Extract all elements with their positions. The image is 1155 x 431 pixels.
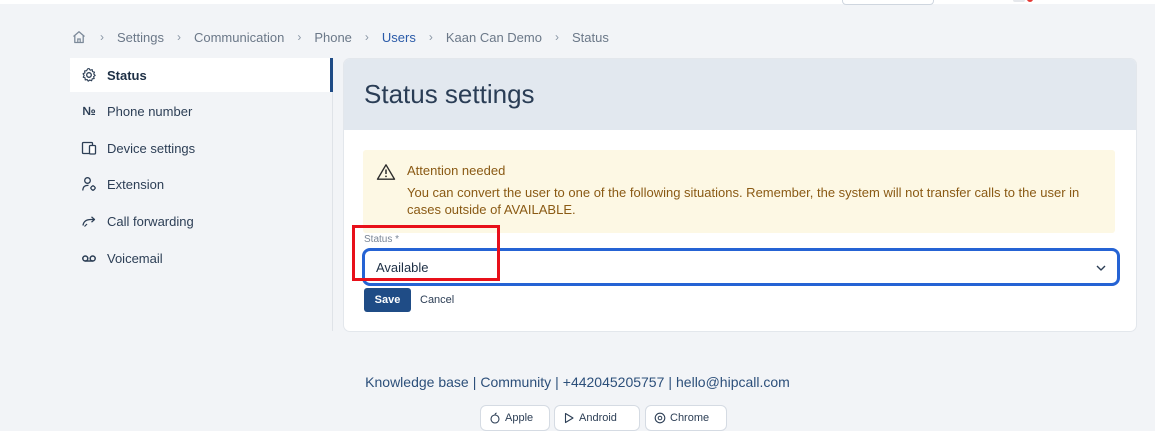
apple-store-button[interactable]: Apple [480, 405, 550, 431]
warning-icon [376, 163, 396, 181]
footer-separator: | [668, 374, 673, 390]
page-title: Status settings [364, 79, 535, 109]
breadcrumb-phone[interactable]: Phone [314, 30, 352, 45]
voicemail-icon [80, 249, 98, 267]
android-store-button[interactable]: Android [554, 405, 640, 431]
chrome-icon [654, 412, 666, 424]
header-control[interactable] [842, 0, 934, 5]
status-settings-card: Status settings Attention needed You can… [344, 59, 1136, 331]
knowledge-base-link[interactable]: Knowledge base [365, 374, 469, 390]
sidebar-item-status[interactable]: Status [70, 58, 333, 92]
sidebar-item-device-settings[interactable]: Device settings [70, 131, 333, 165]
devices-icon [80, 139, 98, 157]
chrome-store-label: Chrome [670, 412, 710, 424]
chrome-store-button[interactable]: Chrome [645, 405, 727, 431]
status-select-value: Available [376, 259, 429, 275]
breadcrumb-communication[interactable]: Communication [194, 30, 284, 45]
card-header: Status settings [344, 59, 1136, 130]
sidebar-item-label: Call forwarding [107, 213, 194, 229]
alert-title: Attention needed [407, 163, 506, 178]
sidebar-item-label: Device settings [107, 140, 196, 156]
breadcrumb-user[interactable]: Kaan Can Demo [446, 30, 542, 45]
sidebar-item-call-forwarding[interactable]: Call forwarding [70, 204, 333, 238]
footer-links: Knowledge base | Community | +442045205757 | h… [0, 374, 1155, 390]
sidebar-item-voicemail[interactable]: Voicemail [70, 241, 333, 275]
breadcrumb-separator: › [364, 30, 369, 44]
attention-alert: Attention needed You can convert the use… [363, 150, 1115, 233]
breadcrumb-separator: › [100, 30, 104, 44]
chevron-down-icon [1095, 261, 1107, 273]
breadcrumb-separator: › [297, 30, 302, 44]
play-icon [563, 412, 575, 424]
sidebar-item-label: Voicemail [107, 250, 163, 266]
user-gear-icon [80, 175, 98, 193]
alert-message: You can convert the user to one of the f… [407, 185, 1080, 217]
email-link[interactable]: hello@hipcall.com [676, 374, 790, 390]
breadcrumb-separator: › [554, 30, 559, 44]
status-field-label: Status * [364, 234, 400, 245]
gear-icon [80, 66, 98, 84]
notification-icon[interactable] [1013, 0, 1025, 2]
sidebar-item-extension[interactable]: Extension [70, 167, 333, 201]
top-header-strip [0, 0, 1155, 4]
forward-arrow-icon [80, 212, 98, 230]
phone-link[interactable]: +442045205757 [563, 374, 665, 390]
breadcrumb-separator: › [428, 30, 433, 44]
save-button[interactable]: Save [364, 288, 411, 312]
android-store-label: Android [579, 412, 617, 424]
breadcrumb-settings[interactable]: Settings [117, 30, 164, 45]
sidebar: Status № Phone number Device settings Ex… [70, 58, 333, 331]
sidebar-item-phone-number[interactable]: № Phone number [70, 94, 333, 128]
apple-icon [489, 412, 501, 424]
breadcrumb-separator: › [176, 30, 181, 44]
app-store-buttons: Apple Android Chrome [0, 405, 1155, 431]
breadcrumb: › Settings › Communication › Phone › Use… [71, 28, 609, 46]
community-link[interactable]: Community [480, 374, 551, 390]
sidebar-item-label: Status [107, 67, 147, 83]
sidebar-item-label: Phone number [107, 103, 193, 119]
cancel-button[interactable]: Cancel [420, 288, 454, 312]
footer-separator: | [472, 374, 477, 390]
home-icon[interactable] [71, 29, 87, 45]
status-select[interactable]: Available [362, 248, 1120, 286]
apple-store-label: Apple [505, 412, 534, 424]
sidebar-item-label: Extension [107, 176, 165, 192]
breadcrumb-users[interactable]: Users [382, 30, 416, 45]
numero-sign-icon: № [82, 104, 96, 118]
footer-separator: | [555, 374, 559, 390]
breadcrumb-current: Status [571, 29, 609, 45]
